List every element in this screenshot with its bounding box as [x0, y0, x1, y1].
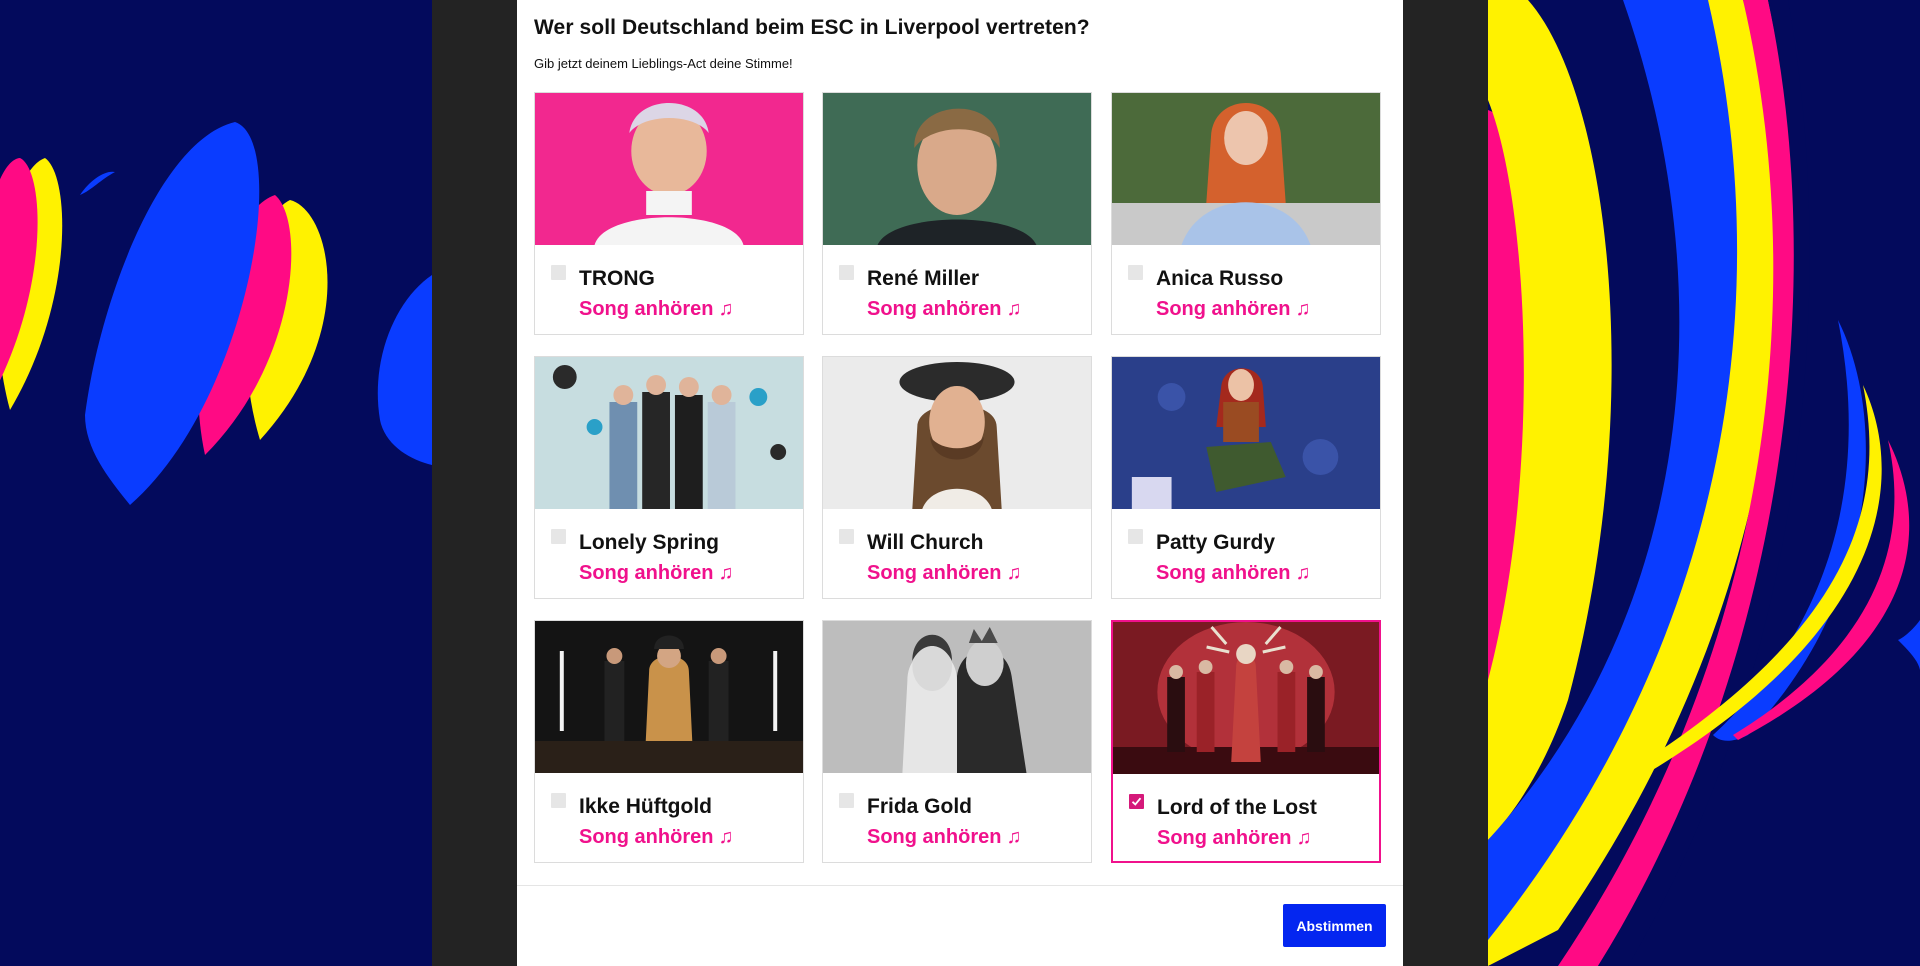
act-name-lonely-spring: Lonely Spring — [579, 531, 720, 554]
music-note-icon: ♫ — [1006, 298, 1022, 320]
music-note-icon: ♫ — [1296, 827, 1312, 849]
act-photo-patty-gurdy — [1112, 357, 1380, 509]
song-link-patty-gurdy[interactable]: Song anhören ♫ — [1156, 562, 1310, 585]
act-card-will-church[interactable]: Will Church Song anhören ♫ — [822, 356, 1092, 599]
act-card-trong[interactable]: TRONG Song anhören ♫ — [534, 92, 804, 335]
music-note-icon: ♫ — [1006, 826, 1022, 848]
background-decoration-right — [1488, 0, 1920, 966]
act-card-ikke-hueftgold[interactable]: Ikke Hüftgold Song anhören ♫ — [534, 620, 804, 863]
vote-button[interactable]: Abstimmen — [1283, 904, 1386, 947]
act-photo-will-church — [823, 357, 1091, 509]
modal-backdrop-left — [432, 0, 517, 966]
song-link-ikke-hueftgold[interactable]: Song anhören ♫ — [579, 826, 733, 849]
song-link-lonely-spring[interactable]: Song anhören ♫ — [579, 562, 733, 585]
song-link-anica-russo[interactable]: Song anhören ♫ — [1156, 298, 1310, 321]
page-subtitle: Gib jetzt deinem Lieblings-Act deine Sti… — [534, 56, 793, 71]
act-card-frida-gold[interactable]: Frida Gold Song anhören ♫ — [822, 620, 1092, 863]
music-note-icon: ♫ — [1295, 562, 1311, 584]
music-note-icon: ♫ — [718, 298, 734, 320]
act-name-anica-russo: Anica Russo — [1156, 267, 1284, 290]
act-card-anica-russo[interactable]: Anica Russo Song anhören ♫ — [1111, 92, 1381, 335]
act-checkbox-frida-gold[interactable] — [839, 793, 854, 808]
modal-backdrop-right — [1403, 0, 1488, 966]
page-title: Wer soll Deutschland beim ESC in Liverpo… — [534, 16, 1090, 39]
act-checkbox-ikke-hueftgold[interactable] — [551, 793, 566, 808]
checkmark-icon — [1131, 797, 1142, 806]
act-card-patty-gurdy[interactable]: Patty Gurdy Song anhören ♫ — [1111, 356, 1381, 599]
music-note-icon: ♫ — [1006, 562, 1022, 584]
act-name-trong: TRONG — [579, 267, 655, 290]
act-checkbox-lord-of-the-lost[interactable] — [1129, 794, 1144, 809]
act-card-lord-of-the-lost[interactable]: Lord of the Lost Song anhören ♫ — [1111, 620, 1381, 863]
song-link-will-church[interactable]: Song anhören ♫ — [867, 562, 1021, 585]
music-note-icon: ♫ — [718, 562, 734, 584]
act-name-ikke-hueftgold: Ikke Hüftgold — [579, 795, 713, 818]
act-card-rene-miller[interactable]: René Miller Song anhören ♫ — [822, 92, 1092, 335]
footer-divider — [517, 885, 1403, 886]
act-name-will-church: Will Church — [867, 531, 984, 554]
song-link-rene-miller[interactable]: Song anhören ♫ — [867, 298, 1021, 321]
act-photo-rene-miller — [823, 93, 1091, 245]
act-checkbox-will-church[interactable] — [839, 529, 854, 544]
act-name-rene-miller: René Miller — [867, 267, 980, 290]
act-card-lonely-spring[interactable]: Lonely Spring Song anhören ♫ — [534, 356, 804, 599]
song-link-lord-of-the-lost[interactable]: Song anhören ♫ — [1157, 827, 1311, 850]
act-name-patty-gurdy: Patty Gurdy — [1156, 531, 1276, 554]
act-name-frida-gold: Frida Gold — [867, 795, 972, 818]
act-photo-anica-russo — [1112, 93, 1380, 245]
act-photo-lonely-spring — [535, 357, 803, 509]
song-link-trong[interactable]: Song anhören ♫ — [579, 298, 733, 321]
act-name-lord-of-the-lost: Lord of the Lost — [1157, 796, 1317, 819]
act-checkbox-anica-russo[interactable] — [1128, 265, 1143, 280]
music-note-icon: ♫ — [718, 826, 734, 848]
act-photo-ikke-hueftgold — [535, 621, 803, 773]
act-checkbox-trong[interactable] — [551, 265, 566, 280]
act-photo-lord-of-the-lost — [1113, 622, 1379, 774]
act-checkbox-patty-gurdy[interactable] — [1128, 529, 1143, 544]
act-checkbox-rene-miller[interactable] — [839, 265, 854, 280]
music-note-icon: ♫ — [1295, 298, 1311, 320]
act-photo-frida-gold — [823, 621, 1091, 773]
voting-modal: Wer soll Deutschland beim ESC in Liverpo… — [517, 0, 1403, 966]
act-checkbox-lonely-spring[interactable] — [551, 529, 566, 544]
background-decoration-left — [0, 0, 432, 966]
song-link-frida-gold[interactable]: Song anhören ♫ — [867, 826, 1021, 849]
act-photo-trong — [535, 93, 803, 245]
